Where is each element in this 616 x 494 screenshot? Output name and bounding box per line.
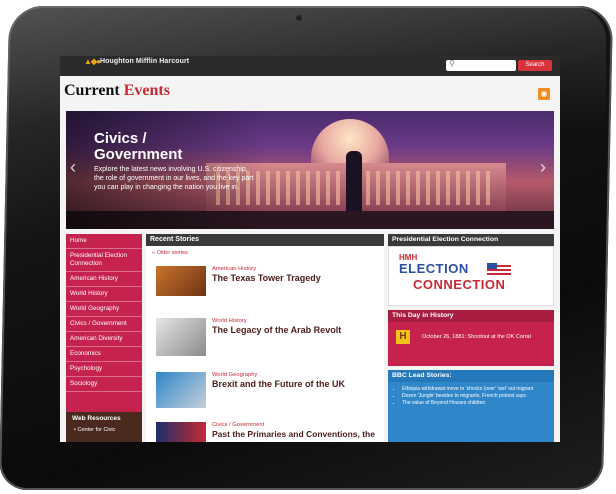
web-resources-label: Center for Civic bbox=[77, 427, 116, 433]
hero-description: Explore the latest news involving U.S. c… bbox=[94, 166, 254, 191]
hero-banner[interactable]: Civics / Government Explore the latest n… bbox=[66, 111, 554, 229]
story-category: World Geography bbox=[212, 372, 258, 378]
election-heading: Presidential Election Connection bbox=[388, 234, 554, 246]
tablet-screen: ▲◆● Houghton Mifflin Harcourt ⚲ Search C… bbox=[60, 56, 560, 442]
story-category: American History bbox=[212, 266, 257, 272]
right-column: Presidential Election Connection HMH ELE… bbox=[388, 234, 554, 442]
recent-stories-heading: Recent Stories bbox=[146, 234, 384, 246]
web-resources: Web Resources • Center for Civic bbox=[66, 412, 142, 442]
search-button[interactable]: Search bbox=[518, 60, 552, 71]
story-title[interactable]: Past the Primaries and Conventions, the bbox=[212, 429, 375, 439]
nav-item-world-history[interactable]: World History bbox=[66, 287, 142, 302]
tdih-text[interactable]: October 26, 1881: Shootout at the OK Cor… bbox=[422, 334, 531, 340]
brand-logo[interactable]: ▲◆● Houghton Mifflin Harcourt bbox=[84, 57, 190, 66]
statue-silhouette bbox=[346, 151, 362, 217]
rss-icon[interactable]: ◉ bbox=[538, 88, 550, 100]
story-thumbnail bbox=[156, 372, 206, 408]
election-logo-connection: CONNECTION bbox=[413, 277, 506, 292]
title-part-events: Events bbox=[123, 82, 170, 99]
story-category: Civics / Government bbox=[212, 422, 265, 428]
story-title[interactable]: The Legacy of the Arab Revolt bbox=[212, 325, 341, 335]
search-icon: ⚲ bbox=[449, 59, 455, 68]
camera-icon bbox=[295, 14, 303, 22]
nav-item-american-diversity[interactable]: American Diversity bbox=[66, 332, 142, 347]
chevron-right-icon[interactable]: › bbox=[540, 157, 546, 178]
nav-item-sociology[interactable]: Sociology bbox=[66, 377, 142, 392]
page-header: Current Events ◉ bbox=[60, 76, 560, 110]
nav-item-world-geography[interactable]: World Geography bbox=[66, 302, 142, 317]
left-navigation: Home Presidential Election Connection Am… bbox=[66, 234, 142, 442]
bbc-list: Ethiopia withdrawal move to 'shocks (ove… bbox=[388, 386, 554, 407]
this-day-in-history[interactable]: This Day in History H October 26, 1881: … bbox=[388, 310, 554, 366]
election-logo[interactable]: HMH ELECTION CONNECTION bbox=[388, 246, 554, 306]
brand-name: Houghton Mifflin Harcourt bbox=[100, 58, 190, 65]
web-resources-link[interactable]: • Center for Civic bbox=[66, 425, 142, 435]
title-part-current: Current bbox=[64, 82, 120, 99]
story-thumbnail bbox=[156, 318, 206, 356]
story-thumbnail bbox=[156, 266, 206, 296]
story-category: World History bbox=[212, 318, 247, 324]
top-bar: ▲◆● Houghton Mifflin Harcourt ⚲ Search bbox=[60, 56, 560, 76]
nav-item-home[interactable]: Home bbox=[66, 234, 142, 249]
election-logo-election: ELECTION bbox=[399, 261, 469, 276]
bbc-lead-stories: BBC Lead Stories: Ethiopia withdrawal mo… bbox=[388, 370, 554, 442]
nav-item-psychology[interactable]: Psychology bbox=[66, 362, 142, 377]
history-channel-icon: H bbox=[396, 330, 410, 344]
story-thumbnail bbox=[156, 422, 206, 442]
search-box[interactable]: ⚲ bbox=[446, 59, 516, 71]
nav-item-economics[interactable]: Economics bbox=[66, 347, 142, 362]
page-title[interactable]: Current Events bbox=[64, 82, 170, 100]
bbc-list-item[interactable]: Ethiopia withdrawal move to 'shocks (ove… bbox=[402, 386, 554, 393]
bbc-heading: BBC Lead Stories: bbox=[388, 370, 554, 382]
story-title[interactable]: Brexit and the Future of the UK bbox=[212, 379, 345, 389]
web-resources-heading: Web Resources bbox=[72, 415, 121, 422]
older-stories-link[interactable]: « Older stories bbox=[146, 246, 384, 260]
search-input[interactable] bbox=[458, 61, 512, 69]
bbc-list-item[interactable]: Dozen 'Jungle' besides to migrants, Fren… bbox=[402, 393, 554, 400]
nav-item-election[interactable]: Presidential Election Connection bbox=[66, 249, 142, 272]
story-title[interactable]: The Texas Tower Tragedy bbox=[212, 273, 321, 283]
nav-item-civics[interactable]: Civics / Government bbox=[66, 317, 142, 332]
hero-title: Civics / Government bbox=[94, 130, 183, 163]
recent-stories: Recent Stories « Older stories American … bbox=[146, 234, 384, 442]
tdih-heading: This Day in History bbox=[388, 310, 554, 322]
flag-icon bbox=[487, 263, 511, 275]
hmh-logo-icon: ▲◆● bbox=[84, 57, 101, 66]
chevron-left-icon[interactable]: ‹ bbox=[70, 157, 76, 178]
bbc-list-item[interactable]: The value of Beyond Houses children bbox=[402, 400, 554, 407]
nav-item-american-history[interactable]: American History bbox=[66, 272, 142, 287]
